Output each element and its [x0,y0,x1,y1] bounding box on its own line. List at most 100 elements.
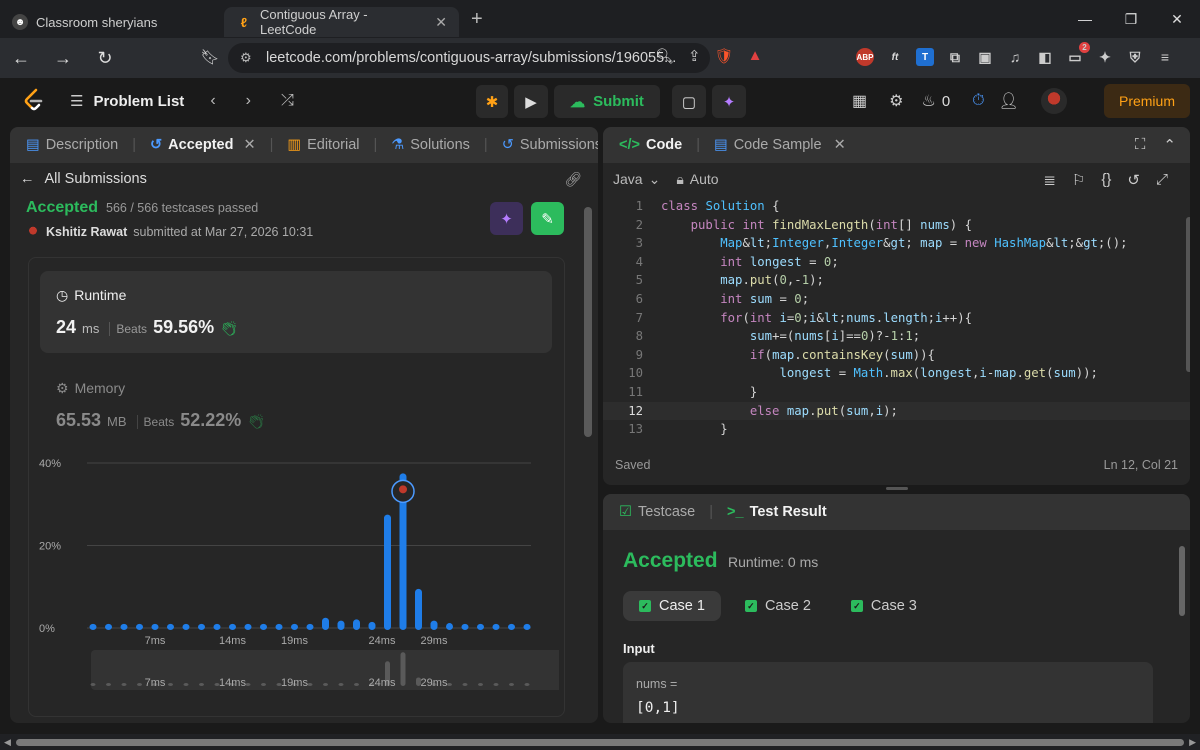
list-icon[interactable]: ☰ [70,92,83,110]
author-name[interactable]: Kshitiz Rawat [46,225,127,239]
close-tab-icon[interactable]: ✕ [435,14,447,31]
leetcode-logo-icon[interactable] [22,88,46,114]
menu-icon[interactable]: ≡ [1156,48,1174,66]
avatar[interactable] [1040,88,1067,114]
code-line[interactable]: 9 if(map.containsKey(sum)){ [603,346,1190,365]
language-select[interactable]: Java ⌄ [613,171,660,188]
fullscreen-icon[interactable]: ⤢ [1156,171,1168,189]
scroll-left-icon[interactable]: ◀ [4,737,11,748]
problem-list-link[interactable]: Problem List [93,93,184,110]
scroll-right-icon[interactable]: ▶ [1189,737,1196,748]
site-settings-icon[interactable]: ⚙︎ [240,50,252,66]
collapse-icon[interactable]: ⌃ [1163,136,1176,154]
close-tab-icon[interactable]: ✕ [243,137,255,153]
leo-ai-icon[interactable]: ✦ [1096,48,1114,66]
code-line[interactable]: 13 } [603,420,1190,435]
ai-analyze-button[interactable]: ✦ [490,202,523,235]
formula-icon[interactable]: ft [886,48,904,66]
forward-icon[interactable]: → [48,48,78,69]
screenshot-icon[interactable]: ▣ [976,48,994,66]
brave-shield-icon[interactable]: 🛡︎ [715,47,734,65]
code-line[interactable]: 8 sum+=(nums[i]==0)?-1:1; [603,327,1190,346]
wallet-icon[interactable]: ▭ 2 [1066,42,1090,66]
notes-button[interactable]: ▢ [672,85,706,118]
code-line[interactable]: 11 } [603,383,1190,402]
reset-icon[interactable]: ↺ [1127,171,1140,189]
run-button[interactable]: ▶ [514,85,548,118]
scrollbar[interactable] [584,207,592,437]
add-collaborator-icon[interactable]: 👤︎ [999,91,1019,111]
next-problem-icon[interactable]: › [246,92,251,110]
reload-icon[interactable]: ↻ [90,48,120,69]
layout-icon[interactable]: ▦ [852,91,867,111]
code-line[interactable]: 1 class Solution { [603,197,1190,216]
code-line[interactable]: 6 int sum = 0; [603,290,1190,309]
scrollbar[interactable] [1179,546,1185,616]
all-submissions-link[interactable]: ← All Submissions [20,171,147,187]
sidebar-icon[interactable]: ◧ [1036,48,1054,66]
scrollbar[interactable] [1186,217,1190,372]
panel-resize-handle[interactable] [886,487,908,490]
code-line[interactable]: 7 for(int i=0;i&lt;nums.length;i++){ [603,309,1190,328]
mode-toggle[interactable]: 🔒︎ Auto [676,171,718,188]
code-line[interactable]: 3 Map&lt;Integer,Integer&gt; map = new H… [603,234,1190,253]
format-icon[interactable]: ≣ [1043,171,1056,189]
runtime-distribution-chart[interactable]: 40% 20% 0% 7ms 14ms 19ms 24ms 29ms 7ms 14ms 19ms 24… [39,453,569,708]
memory-label-row[interactable]: ⚙︎ Memory [56,380,125,397]
tab-testcase[interactable]: ☑ Testcase [613,504,701,520]
debug-button[interactable]: ✱ [476,85,508,118]
code-line[interactable]: 10 longest = Math.max(longest,i-map.get(… [603,364,1190,383]
braces-icon[interactable]: {} [1101,171,1111,189]
text-extension-icon[interactable]: T [916,48,934,66]
browser-tab-active[interactable]: ℓ Contiguous Array - LeetCode ✕ [224,7,459,37]
back-icon[interactable]: ← [6,48,36,69]
tab-accepted[interactable]: ↺ Accepted ✕ [144,137,262,153]
streak[interactable]: ♨︎ 0 [921,91,950,111]
extensions-icon[interactable]: ⧉ [946,48,964,66]
share-icon[interactable]: ⇪ [688,47,701,65]
tab-case-1[interactable]: ✓ Case 1 [623,591,721,621]
url-input[interactable]: ⚙︎ leetcode.com/problems/contiguous-arra… [228,43,710,73]
adblock-icon[interactable]: ABP [856,48,874,66]
zoom-icon[interactable]: 🔍︎ [655,47,674,65]
maximize-icon[interactable]: ⛶ [1135,136,1146,154]
tab-editorial[interactable]: ▥ Editorial [281,137,365,153]
link-icon[interactable]: 🔗︎ [564,171,582,188]
submit-button[interactable]: ☁︎ Submit [554,85,660,118]
tab-code[interactable]: </> Code [613,137,688,153]
tab-case-3[interactable]: ✓ Case 3 [835,591,933,621]
close-tab-icon[interactable]: ✕ [834,137,846,153]
scrollbar-thumb[interactable] [16,739,1184,746]
premium-button[interactable]: Premium [1104,84,1190,118]
minimize-icon[interactable]: — [1062,11,1108,27]
new-tab-icon[interactable]: + [471,8,483,31]
timer-icon[interactable]: ⏱︎ [972,92,984,110]
range-slider-label: 7ms [145,677,166,689]
code-line[interactable]: 2 public int findMaxLength(int[] nums) { [603,216,1190,235]
ai-assistant-button[interactable]: ✦ [712,85,746,118]
prev-problem-icon[interactable]: ‹ [210,92,215,110]
vpn-icon[interactable]: ⛨ [1126,48,1144,66]
code-line[interactable]: 12 else map.put(sum,i); [603,401,1190,421]
tab-case-2[interactable]: ✓ Case 2 [729,591,827,621]
tab-code-sample[interactable]: ▤ Code Sample ✕ [708,137,852,153]
brave-rewards-icon[interactable]: ▲ [748,47,763,65]
edit-solution-button[interactable]: ✎ [531,202,564,235]
tab-test-result[interactable]: >_ Test Result [721,504,833,520]
code-line[interactable]: 4 int longest = 0; [603,253,1190,272]
media-icon[interactable]: ♫ [1006,48,1024,66]
tab-description[interactable]: ▤ Description [20,137,124,153]
page-horizontal-scrollbar[interactable]: ◀ ▶ [0,734,1200,750]
restore-icon[interactable]: ❐ [1108,11,1154,28]
random-problem-icon[interactable]: ⤮ [281,92,294,110]
code-editor[interactable]: 1 class Solution {2 public int findMaxLen… [603,197,1190,435]
bookmark-icon[interactable]: 🔖︎ [195,48,225,66]
browser-tab[interactable]: ☻ Classroom sheryians [0,7,220,37]
code-line[interactable]: 5 map.put(0,-1); [603,271,1190,290]
settings-icon[interactable]: ⚙︎ [889,91,903,111]
tab-submissions[interactable]: ↺ Submissions [496,137,598,153]
runtime-card[interactable]: ◷ Runtime 24 ms Beats 59.56% 👏︎ [40,271,552,353]
close-window-icon[interactable]: ✕ [1154,11,1200,28]
tab-solutions[interactable]: ⚗︎ Solutions [385,137,476,153]
bookmark-icon[interactable]: ⚐ [1072,171,1085,189]
